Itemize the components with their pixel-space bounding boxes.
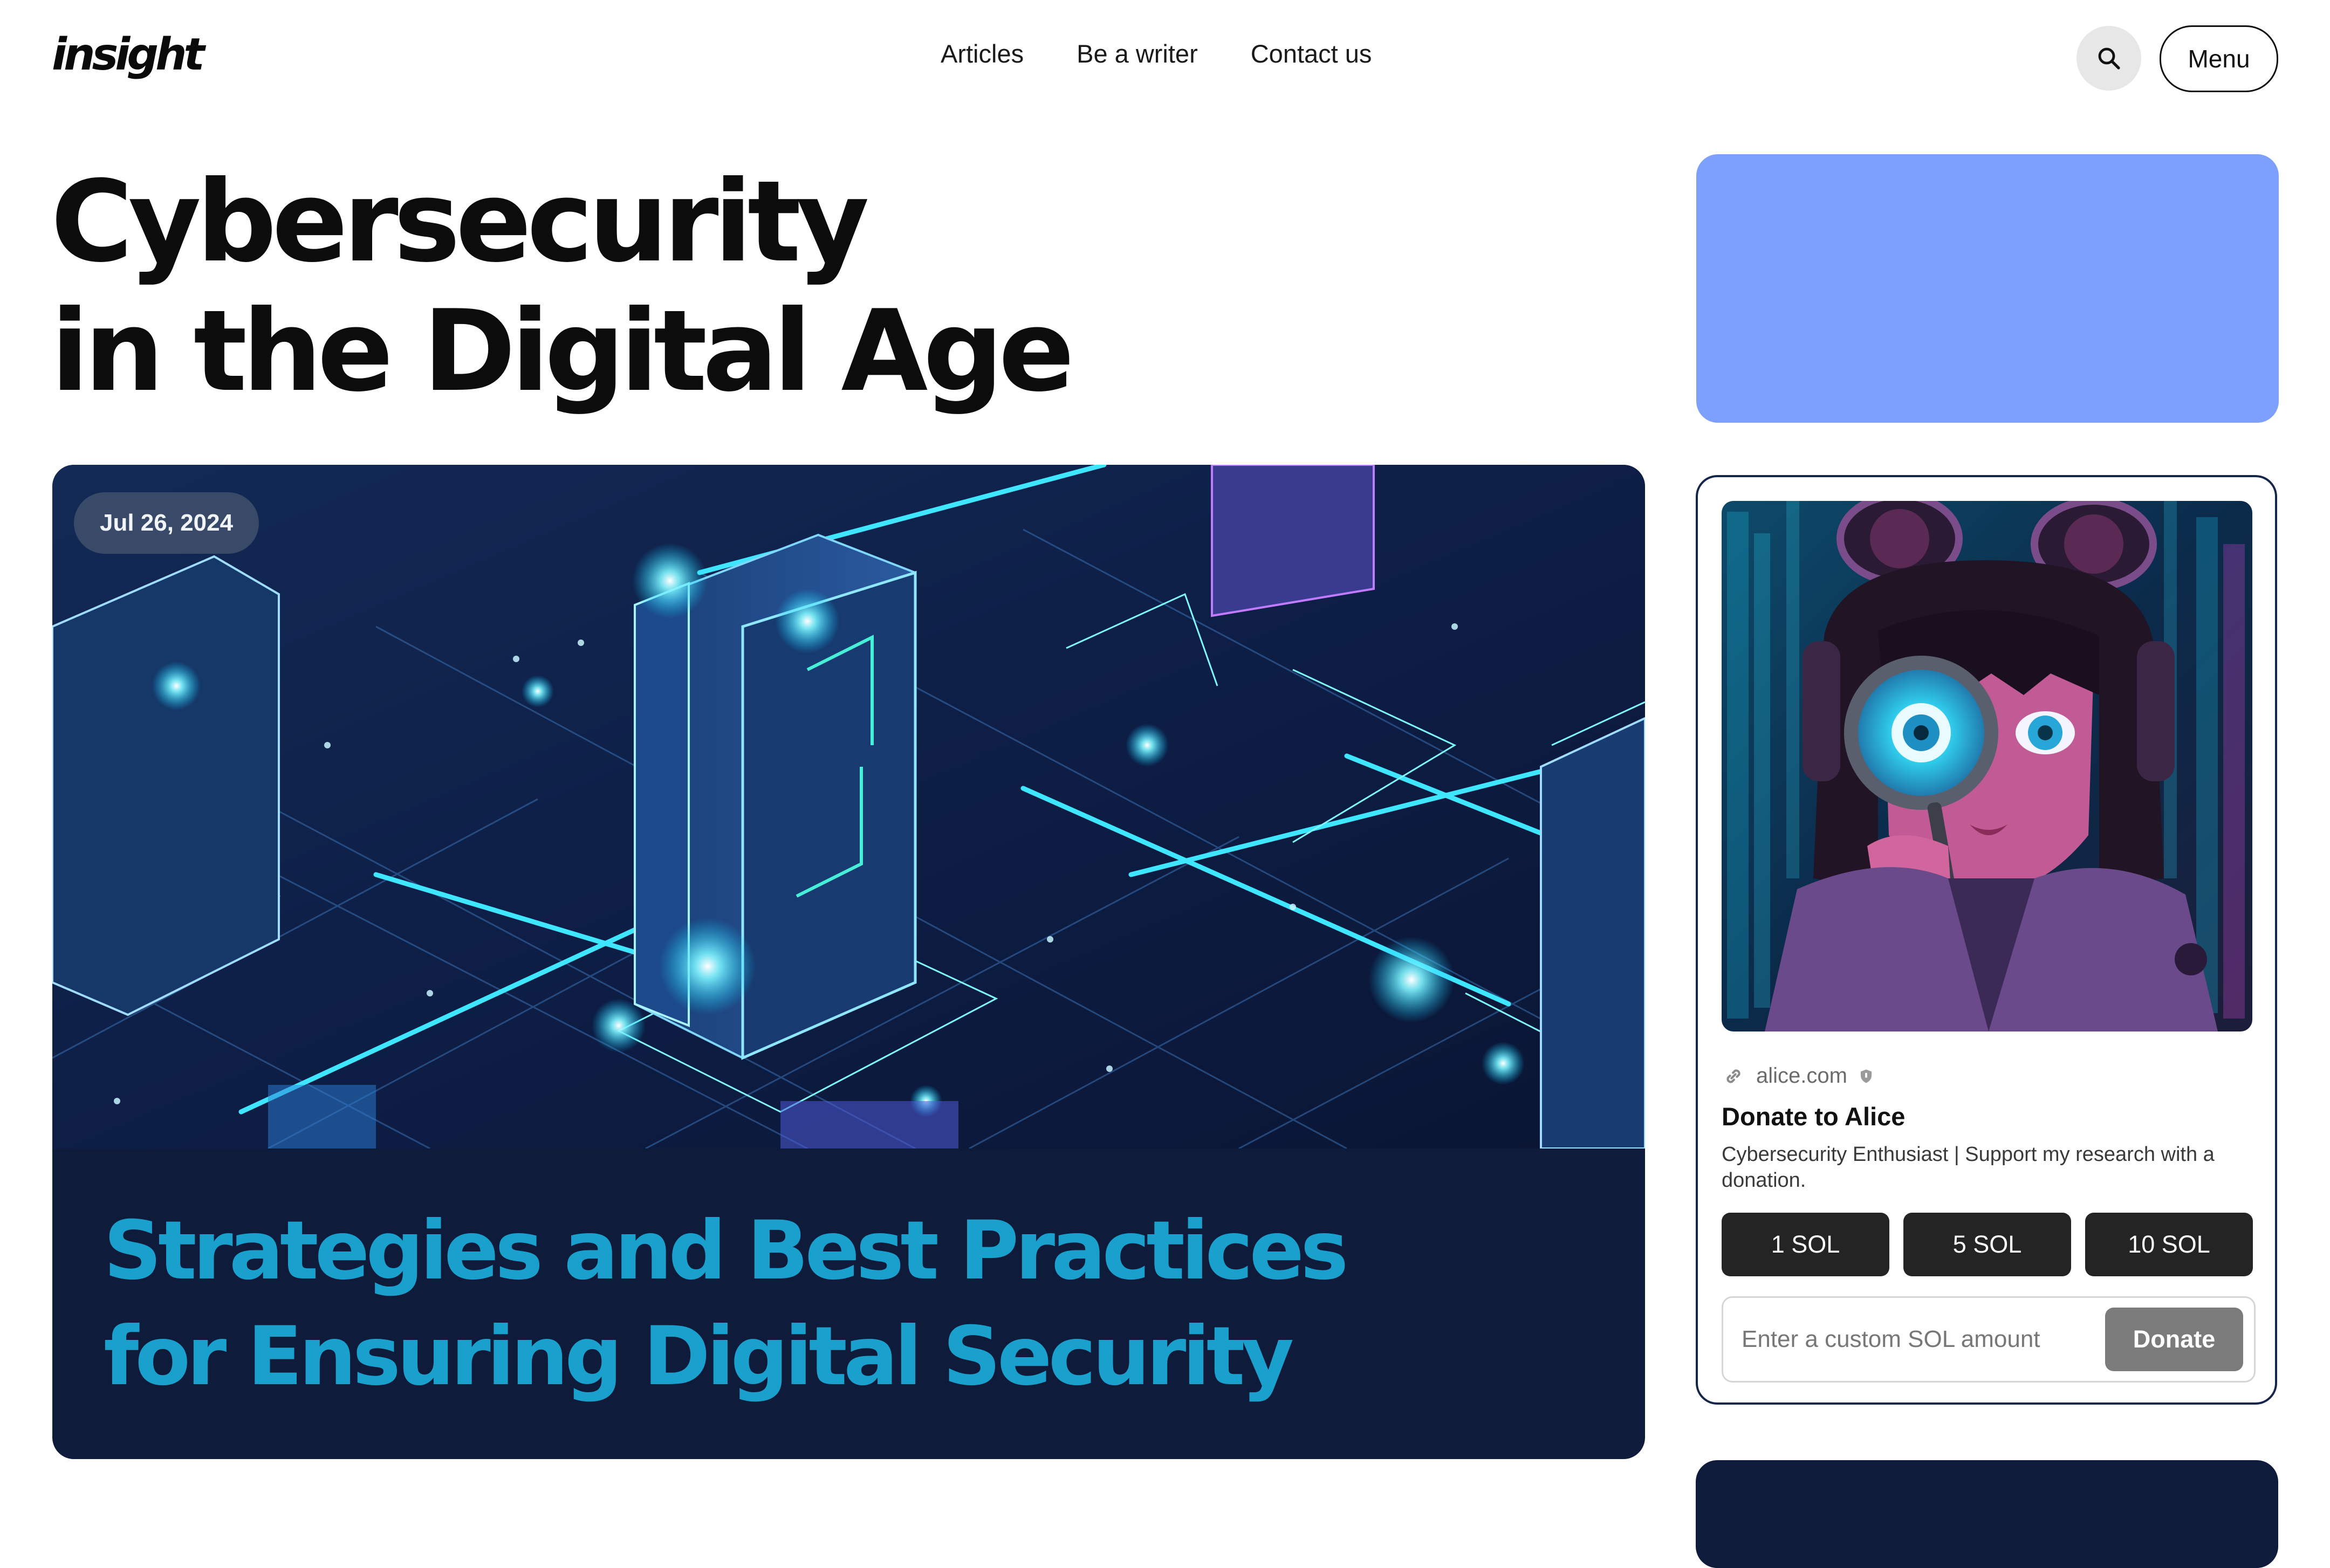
amount-1-sol-button[interactable]: 1 SOL	[1722, 1213, 1889, 1276]
nav-contact-us[interactable]: Contact us	[1251, 39, 1372, 68]
site-link[interactable]: alice.com	[1722, 1064, 1874, 1088]
ad-banner[interactable]	[1696, 154, 2279, 423]
article-headline[interactable]: Strategies and Best Practices for Ensuri…	[104, 1198, 1348, 1409]
hero-circuit-image	[52, 465, 1645, 1149]
custom-amount-input[interactable]	[1723, 1298, 2101, 1381]
featured-article-card[interactable]: Jul 26, 2024 Strategies and Best Practic…	[52, 465, 1645, 1459]
search-button[interactable]	[2077, 26, 2141, 91]
article-headline-line-2: for Ensuring Digital Security	[104, 1310, 1294, 1404]
amount-options: 1 SOL 5 SOL 10 SOL	[1722, 1213, 2253, 1276]
custom-amount-group: Donate	[1722, 1296, 2256, 1383]
page-title: Cybersecurity in the Digital Age	[51, 157, 1074, 417]
nav-be-a-writer[interactable]: Be a writer	[1077, 39, 1198, 68]
top-nav: Articles Be a writer Contact us	[941, 39, 1372, 68]
article-headline-line-1: Strategies and Best Practices	[104, 1204, 1348, 1298]
amount-5-sol-button[interactable]: 5 SOL	[1903, 1213, 2071, 1276]
donate-widget: alice.com Donate to Alice Cybersecurity …	[1696, 475, 2277, 1405]
donate-title: Donate to Alice	[1722, 1102, 1906, 1131]
menu-button[interactable]: Menu	[2160, 25, 2278, 92]
link-icon	[1726, 1069, 1740, 1083]
date-badge: Jul 26, 2024	[74, 492, 259, 554]
page-title-line-2: in the Digital Age	[51, 286, 1074, 417]
donate-button[interactable]: Donate	[2105, 1308, 2243, 1371]
donate-description: Cybersecurity Enthusiast | Support my re…	[1722, 1143, 2215, 1192]
logo[interactable]: insight	[52, 29, 205, 80]
nav-articles[interactable]: Articles	[941, 39, 1024, 68]
search-icon	[2098, 47, 2120, 70]
next-sidebar-card[interactable]	[1696, 1460, 2278, 1568]
page-title-line-1: Cybersecurity	[51, 157, 869, 287]
shield-icon	[1860, 1069, 1872, 1083]
amount-10-sol-button[interactable]: 10 SOL	[2085, 1213, 2253, 1276]
avatar-image	[1722, 501, 2252, 1031]
site-domain: alice.com	[1756, 1064, 1847, 1088]
